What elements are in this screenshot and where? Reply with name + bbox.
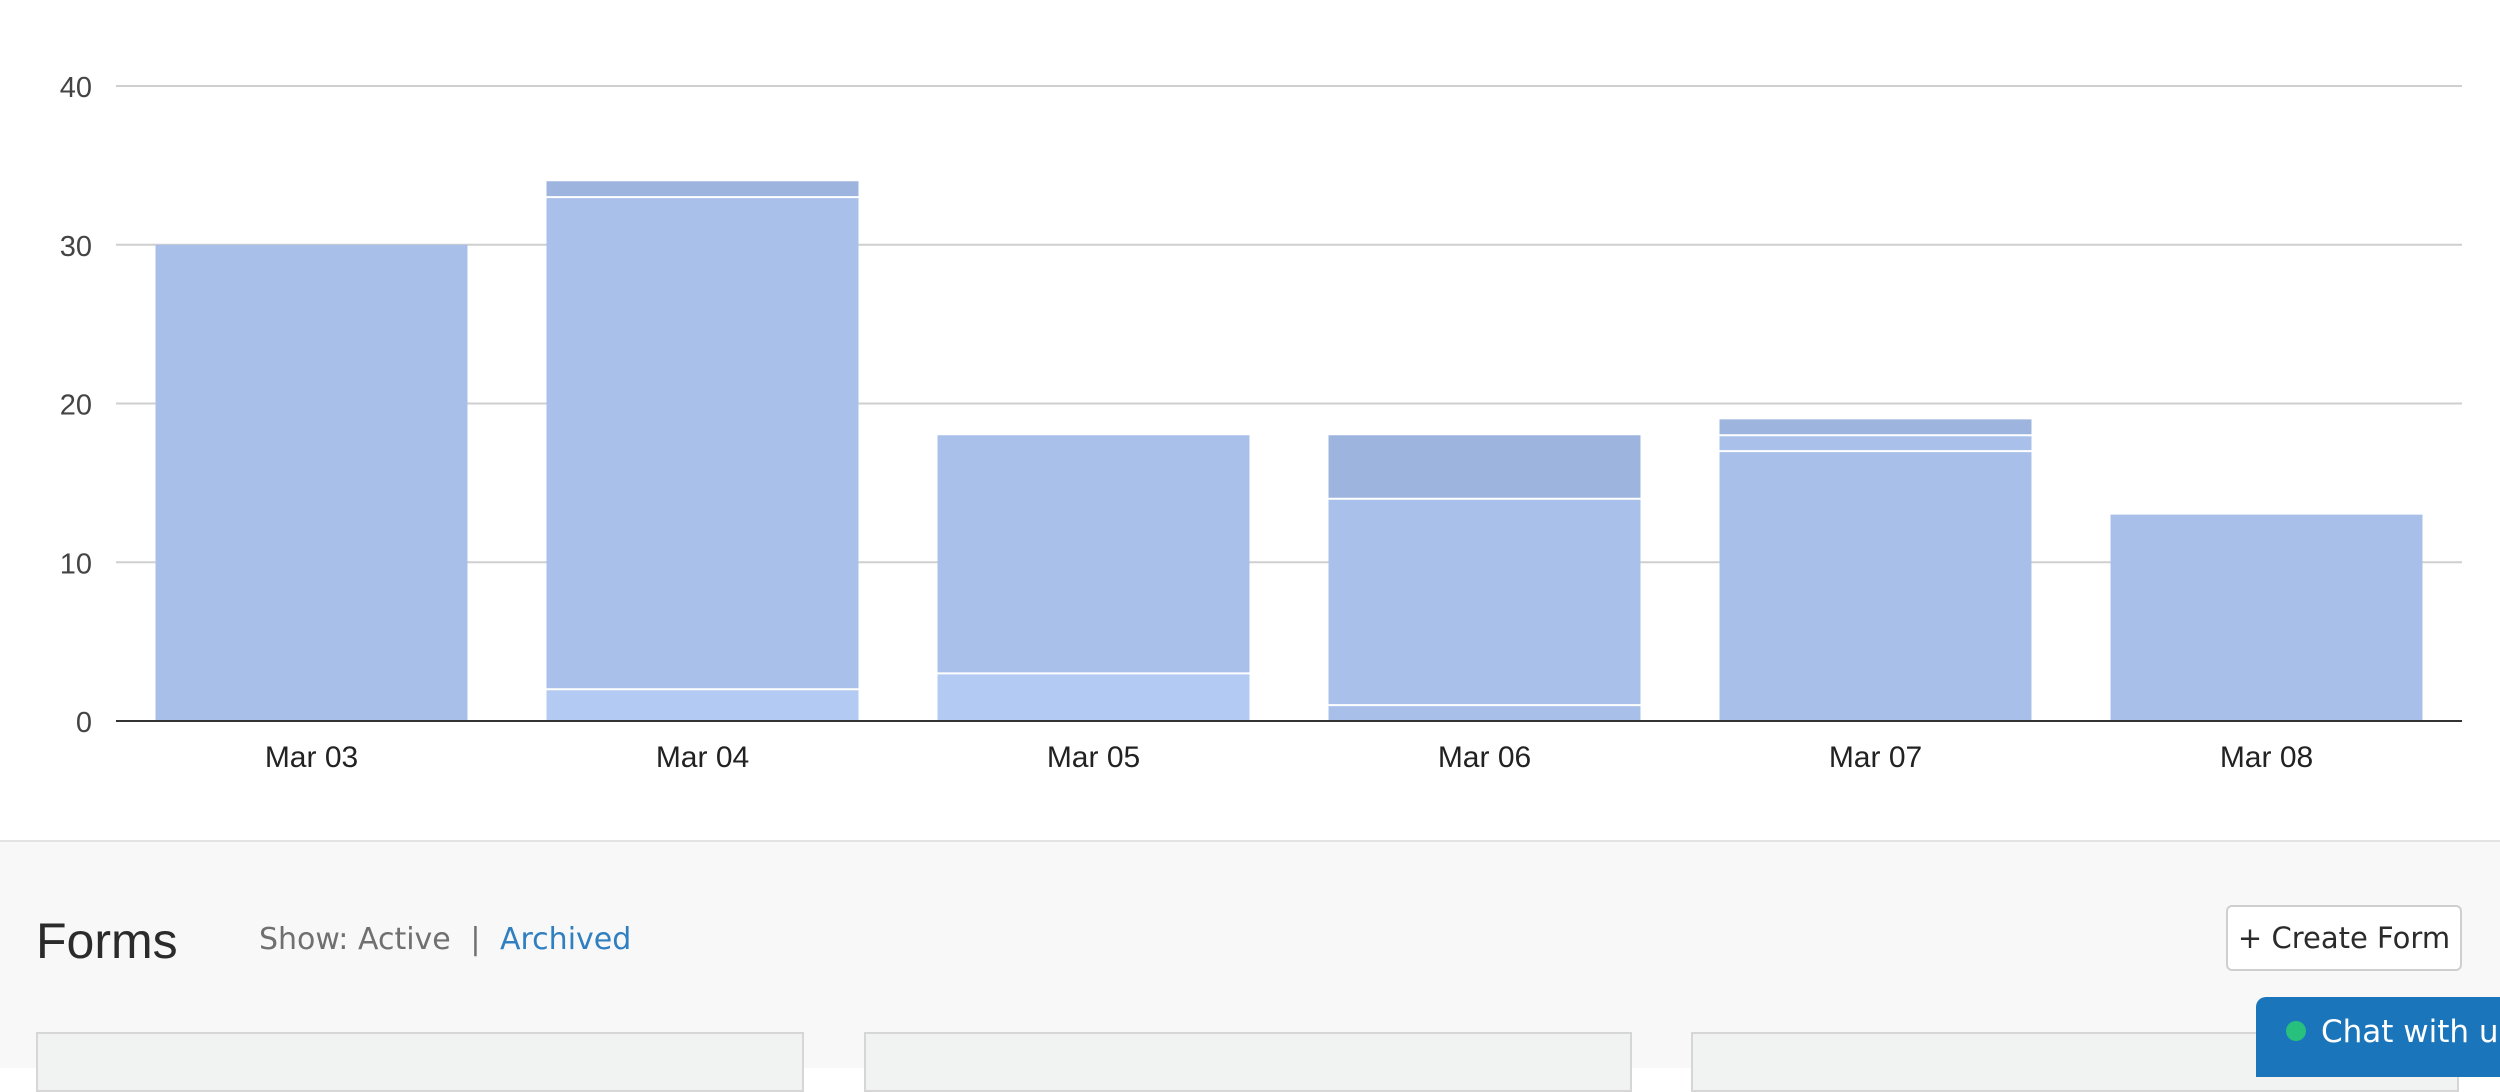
bar-segment: [2110, 514, 2423, 721]
x-tick-label: Mar 06: [1438, 741, 1531, 774]
bar-segment: [1328, 705, 1641, 721]
form-card[interactable]: [864, 1032, 1632, 1092]
chat-widget-button[interactable]: Chat with us: [2256, 997, 2500, 1077]
y-tick-label: 30: [60, 231, 92, 263]
bar-segment: [1719, 435, 2032, 452]
bar-segment: [937, 673, 1250, 721]
show-filter-label: Show:: [259, 922, 349, 957]
bar-segment: [1719, 451, 2032, 721]
x-tick-label: Mar 03: [265, 741, 358, 774]
show-filter: Show: Active | Archived: [259, 922, 631, 957]
x-tick-label: Mar 05: [1047, 741, 1140, 774]
bar-segment: [1328, 498, 1641, 706]
create-form-button[interactable]: + Create Form: [2226, 905, 2462, 971]
bar-segment: [546, 197, 859, 690]
forms-section: Forms Show: Active | Archived + Create F…: [0, 840, 2500, 1092]
submissions-chart-panel: 0 10 20 30 40 Mar 03 Mar 04 Mar 05 Mar 06 Mar 07 M…: [0, 0, 2500, 840]
x-tick-label: Mar 04: [656, 741, 749, 774]
x-tick-label: Mar 08: [2220, 741, 2313, 774]
bar-segment: [1328, 435, 1641, 499]
forms-heading: Forms: [36, 913, 178, 969]
bar-segment: [937, 435, 1250, 674]
y-tick-label: 10: [60, 548, 92, 580]
chat-label: Chat with us: [2321, 1014, 2500, 1050]
bar-segment: [155, 244, 468, 721]
filter-archived-link[interactable]: Archived: [500, 922, 631, 957]
bar-segment: [546, 689, 859, 721]
bar-segment: [1719, 419, 2032, 436]
filter-active[interactable]: Active: [358, 922, 451, 957]
submissions-bar-chart: 0 10 20 30 40 Mar 03 Mar 04 Mar 05 Mar 06 Mar 07 M…: [60, 72, 2462, 774]
form-card[interactable]: [36, 1032, 804, 1092]
online-status-icon: [2286, 1021, 2306, 1041]
y-tick-label: 40: [60, 72, 92, 104]
y-tick-label: 20: [60, 390, 92, 422]
y-tick-label: 0: [76, 707, 92, 739]
filter-separator: |: [470, 922, 481, 957]
x-tick-label: Mar 07: [1829, 741, 1922, 774]
bar-segment: [546, 181, 859, 198]
